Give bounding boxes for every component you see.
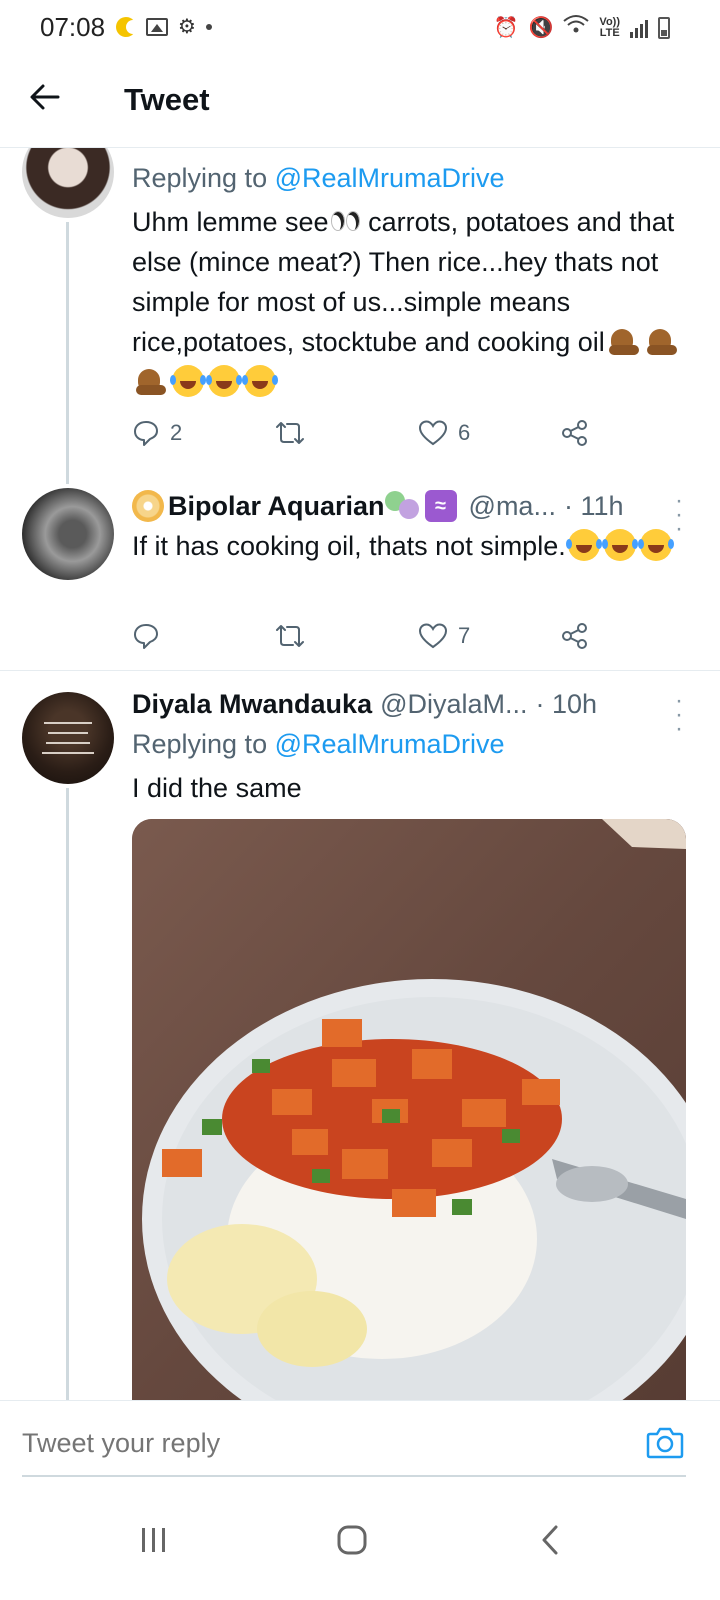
tears-of-joy-emoji-icon: [206, 365, 240, 397]
tweet-actions: 2 6: [132, 413, 592, 453]
thread-line: [66, 788, 69, 1400]
avatar[interactable]: [22, 488, 114, 580]
tweet-text-part: Uhm lemme see: [132, 207, 329, 237]
reply-mention-link[interactable]: @RealMrumaDrive: [275, 729, 505, 759]
volte-indicator: Vo)) LTE: [599, 15, 620, 39]
like-action[interactable]: 7: [418, 622, 470, 650]
tweet-feed[interactable]: Replying to @RealMrumaDrive Uhm lemme se…: [0, 148, 720, 1400]
tears-of-joy-emoji-icon: [170, 365, 204, 397]
notification-dot-icon: [205, 24, 212, 30]
app-header: Tweet: [0, 58, 720, 148]
heart-icon: [418, 623, 448, 649]
tears-of-joy-emoji-icon: [637, 529, 672, 561]
heart-icon: [418, 420, 448, 446]
like-count: 6: [458, 420, 471, 445]
signal-icon: [630, 18, 648, 38]
tweet-timestamp[interactable]: · 10h: [536, 684, 598, 724]
retweet-icon: [276, 625, 304, 647]
flexed-biceps-emoji-icon: [645, 325, 679, 357]
performing-arts-emoji-icon: [384, 491, 421, 521]
mute-icon: 🔇: [528, 16, 554, 39]
tweet-author-row: Diyala Mwandauka @DiyalaM... · 10h: [132, 684, 692, 724]
settings-gear-icon: ⚙: [178, 16, 196, 38]
dvd-emoji-icon: [132, 490, 164, 522]
tweet-1[interactable]: Replying to @RealMrumaDrive Uhm lemme se…: [132, 158, 692, 402]
alarm-icon: ⏰: [493, 16, 519, 39]
tears-of-joy-emoji-icon: [565, 529, 600, 561]
share-action[interactable]: [560, 622, 590, 650]
reply-icon: [134, 421, 158, 446]
reply-mention-link[interactable]: @RealMrumaDrive: [275, 163, 505, 193]
replying-to-line: Replying to @RealMrumaDrive: [132, 158, 692, 198]
back-icon[interactable]: [520, 1510, 580, 1570]
replying-to-label: Replying to: [132, 163, 275, 193]
retweet-icon: [276, 422, 304, 444]
author-handle[interactable]: @DiyalaM...: [380, 684, 527, 724]
author-name[interactable]: Diyala Mwandauka: [132, 684, 372, 724]
lte-label: LTE: [599, 26, 620, 39]
tweet-text: I did the same: [132, 773, 302, 803]
tweet-text: Uhm lemme see carrots, potatoes and that…: [132, 202, 692, 402]
author-name[interactable]: Bipolar Aquarian: [168, 486, 385, 526]
reply-input-underline: [22, 1475, 686, 1477]
like-action[interactable]: 6: [418, 419, 470, 447]
tweet-divider: [0, 670, 720, 671]
reply-icon: [134, 624, 158, 649]
recent-apps-icon[interactable]: [124, 1510, 184, 1570]
status-right-icons: ⏰ 🔇 Vo)) LTE: [494, 14, 670, 41]
retweet-action[interactable]: [274, 419, 306, 447]
night-mode-icon: [116, 17, 140, 37]
system-nav-bar: [0, 1480, 720, 1600]
food-plate-image: [132, 819, 686, 1400]
tweet-reply-input[interactable]: [22, 1423, 582, 1463]
reply-action[interactable]: 2: [132, 419, 182, 447]
more-options-icon[interactable]: · · ·: [674, 689, 684, 741]
share-icon: [562, 623, 587, 649]
author-handle[interactable]: @ma...: [469, 486, 556, 526]
avatar-text-graphic: [42, 722, 94, 754]
share-icon: [562, 420, 587, 446]
status-left-icons: ⚙: [116, 14, 212, 40]
more-options-icon[interactable]: · · ·: [674, 489, 684, 541]
like-count: 7: [458, 623, 471, 648]
volte-label: Vo)): [599, 15, 620, 28]
tweet-timestamp[interactable]: · 11h: [564, 486, 624, 526]
page-title: Tweet: [124, 82, 210, 117]
reply-action[interactable]: [132, 622, 160, 650]
camera-icon[interactable]: [646, 1425, 684, 1459]
status-time: 07:08: [40, 12, 106, 42]
eyes-emoji-icon: [329, 211, 361, 231]
aquarius-emoji-icon: ≈: [424, 490, 457, 522]
tweet-text-part: If it has cooking oil, thats not simple.: [132, 531, 566, 561]
retweet-action[interactable]: [274, 622, 306, 650]
tweet-actions: 7: [132, 616, 592, 656]
replying-to-line: Replying to @RealMrumaDrive: [132, 724, 692, 764]
tears-of-joy-emoji-icon: [242, 365, 276, 397]
flexed-biceps-emoji-icon: [607, 325, 641, 357]
reply-count: 2: [170, 420, 183, 445]
battery-icon: [658, 16, 670, 39]
flexed-biceps-emoji-icon: [134, 365, 168, 397]
tweet-photo[interactable]: [132, 819, 686, 1400]
thread-line: [66, 222, 69, 484]
replying-to-label: Replying to: [132, 729, 275, 759]
avatar[interactable]: [22, 692, 114, 784]
avatar[interactable]: [22, 148, 114, 218]
tears-of-joy-emoji-icon: [601, 529, 636, 561]
tweet-2[interactable]: Bipolar Aquarian ≈ @ma... · 11h If it ha…: [132, 486, 692, 566]
tweet-author-row: Bipolar Aquarian ≈ @ma... · 11h: [132, 486, 692, 526]
tweet-text: If it has cooking oil, thats not simple.: [132, 526, 692, 566]
reply-composer: [0, 1400, 720, 1480]
back-arrow-icon[interactable]: [28, 80, 72, 124]
wifi-icon: [563, 14, 590, 41]
status-bar: 07:08 ⚙ ⏰ 🔇 Vo)) LTE: [0, 0, 720, 58]
tweet-3[interactable]: Diyala Mwandauka @DiyalaM... · 10h Reply…: [132, 684, 692, 808]
home-icon[interactable]: [322, 1510, 382, 1570]
share-action[interactable]: [560, 419, 590, 447]
gallery-icon: [146, 18, 168, 36]
